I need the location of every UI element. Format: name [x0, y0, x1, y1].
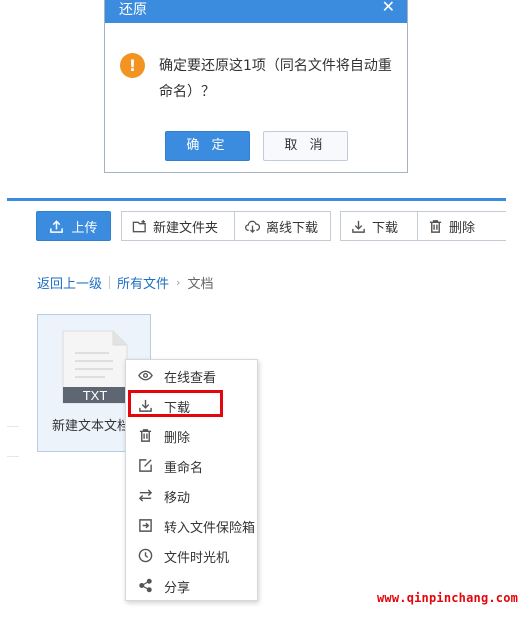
toolbar-group-file-actions: 下载 删除: [340, 211, 506, 241]
file-name: 新建文本文档: [52, 419, 131, 434]
offline-download-button[interactable]: 离线下载: [234, 212, 330, 240]
menu-item-label: 在线查看: [164, 371, 217, 386]
download-label: 下载: [372, 220, 399, 236]
menu-item-label: 重命名: [164, 461, 204, 476]
edit-icon: [139, 459, 152, 472]
txt-file-icon: TXT: [62, 330, 128, 404]
watermark: www.qinpinchang.com: [377, 591, 519, 605]
menu-item-label: 转入文件保险箱: [164, 521, 256, 536]
upload-icon: [50, 219, 64, 233]
offline-download-label: 离线下载: [266, 220, 319, 236]
breadcrumb: 返回上一级 所有文件 › 文档: [37, 273, 213, 292]
dialog-title: 还原: [119, 2, 147, 18]
restore-dialog: 还原 ✕ ! 确定要还原这1项（同名文件将自动重命名）？ 确 定 取 消: [104, 0, 408, 173]
menu-item-rename[interactable]: 重命名: [126, 451, 259, 481]
menu-item-label: 移动: [164, 491, 191, 506]
delete-button[interactable]: 删除: [417, 212, 493, 240]
back-link[interactable]: 返回上一级: [37, 273, 102, 292]
chevron-right-icon: ›: [176, 276, 181, 289]
toolbar-group-create: 新建文件夹 离线下载: [121, 211, 331, 241]
row-divider: [7, 456, 19, 457]
menu-item-share[interactable]: 分享: [126, 571, 259, 601]
dialog-message: 确定要还原这1项（同名文件将自动重命名）？: [159, 58, 392, 100]
menu-item-view-online[interactable]: 在线查看: [126, 361, 259, 391]
share-icon: [139, 578, 152, 593]
move-arrows-icon: [138, 489, 153, 502]
new-folder-icon: [132, 219, 146, 232]
menu-item-label: 文件时光机: [164, 551, 230, 566]
all-files-link[interactable]: 所有文件: [117, 273, 169, 292]
menu-item-move-to-vault[interactable]: 转入文件保险箱: [126, 511, 259, 541]
upload-button[interactable]: 上传: [36, 211, 111, 241]
confirm-button[interactable]: 确 定: [165, 131, 250, 161]
new-folder-button[interactable]: 新建文件夹: [122, 212, 234, 240]
trash-icon: [429, 219, 442, 233]
download-icon: [352, 220, 365, 233]
warning-icon: !: [120, 53, 145, 78]
row-divider: [7, 426, 19, 427]
breadcrumb-separator: [109, 276, 111, 289]
new-folder-label: 新建文件夹: [153, 220, 219, 236]
eye-icon: [138, 370, 153, 381]
download-button[interactable]: 下载: [341, 212, 417, 240]
trash-icon: [139, 429, 152, 442]
breadcrumb-current: 文档: [187, 277, 214, 292]
menu-item-delete[interactable]: 删除: [126, 421, 259, 451]
cancel-button[interactable]: 取 消: [263, 131, 348, 161]
menu-item-label: 删除: [164, 431, 191, 446]
close-icon[interactable]: ✕: [382, 0, 395, 16]
vault-import-icon: [139, 519, 152, 532]
menu-item-time-machine[interactable]: 文件时光机: [126, 541, 259, 571]
dialog-header: 还原 ✕: [105, 0, 407, 23]
delete-label: 删除: [449, 220, 476, 236]
clock-icon: [138, 548, 153, 563]
menu-item-move[interactable]: 移动: [126, 481, 259, 511]
upload-label: 上传: [71, 220, 98, 236]
menu-item-label: 分享: [164, 581, 191, 596]
download-highlight-box: [128, 390, 223, 417]
cloud-download-icon: [245, 220, 260, 233]
file-type-badge: TXT: [83, 388, 108, 403]
